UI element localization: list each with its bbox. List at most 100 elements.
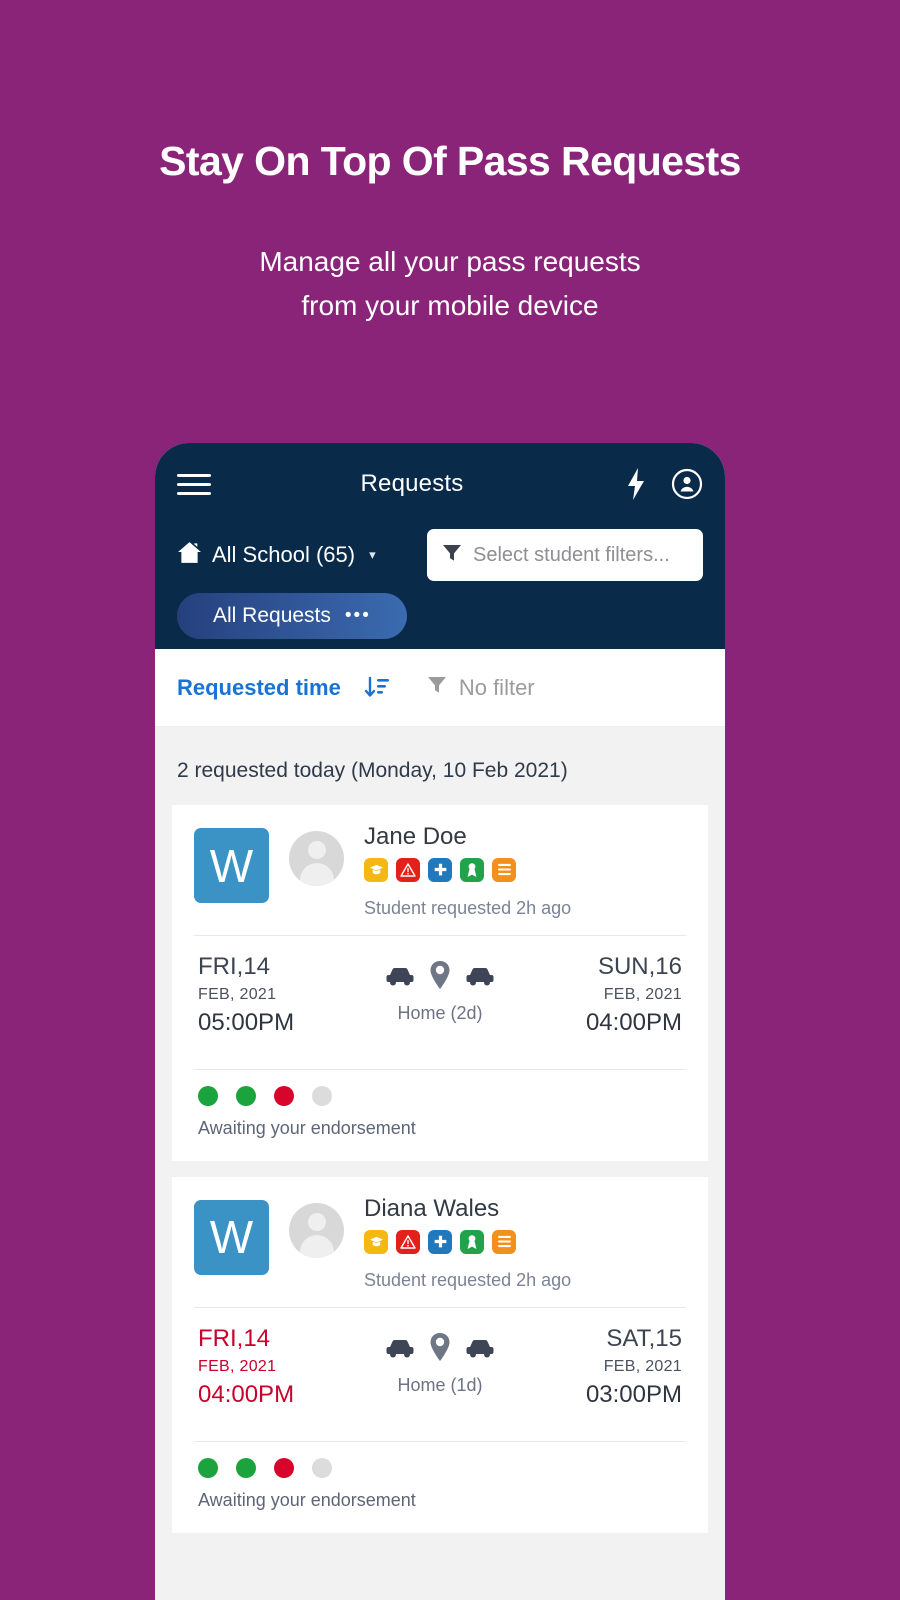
- approval-dot-4: [312, 1085, 332, 1106]
- approval-dot-1: [198, 1085, 218, 1106]
- app-bar-third-row: All Requests •••: [155, 593, 725, 639]
- page-title: Stay On Top Of Pass Requests: [159, 138, 741, 184]
- departure-block: FRI,14 FEB, 2021 05:00PM: [198, 952, 348, 1037]
- avatar: [289, 831, 344, 886]
- medical-plus-badge: [428, 1229, 452, 1254]
- trip-destination: Home (2d): [397, 1002, 483, 1023]
- request-card[interactable]: W Jane Doe Student requested 2h ago FRI,…: [172, 805, 708, 1161]
- status-row: Awaiting your endorsement: [194, 1070, 686, 1141]
- no-filter-button[interactable]: No filter: [427, 675, 535, 701]
- approval-dots: [194, 1448, 686, 1478]
- trip-middle: Home (1d): [348, 1326, 532, 1396]
- approval-dot-4: [312, 1457, 332, 1478]
- request-meta: Student requested 2h ago: [364, 1269, 572, 1290]
- return-month: FEB, 2021: [603, 1357, 682, 1375]
- departure-time: 05:00PM: [198, 1008, 295, 1036]
- status-text: Awaiting your endorsement: [198, 1489, 416, 1510]
- student-info: Diana Wales Student requested 2h ago: [364, 1195, 686, 1291]
- award-medal-badge: [460, 857, 484, 882]
- app-bar: Requests All School (65) ▾ Select studen…: [155, 443, 725, 649]
- request-cards-container: W Jane Doe Student requested 2h ago FRI,…: [155, 805, 725, 1533]
- promo-subtitle-line2: from your mobile device: [301, 289, 599, 321]
- return-month: FEB, 2021: [603, 985, 682, 1003]
- graduation-cap-badge: [364, 1229, 388, 1254]
- school-logo: W: [194, 1199, 269, 1275]
- funnel-icon: [442, 543, 462, 568]
- phone-mockup: Requests All School (65) ▾ Select studen…: [155, 443, 725, 1600]
- day-group-header: 2 requested today (Monday, 10 Feb 2021): [177, 759, 568, 782]
- departure-block: FRI,14 FEB, 2021 04:00PM: [198, 1324, 348, 1409]
- school-selector-label: All School (65): [212, 542, 356, 567]
- promo-header: Stay On Top Of Pass Requests Manage all …: [0, 0, 900, 327]
- notes-list-badge: [492, 857, 516, 882]
- student-filter-input[interactable]: Select student filters...: [427, 529, 703, 581]
- school-selector[interactable]: All School (65) ▾: [177, 541, 376, 570]
- departure-day: FRI,14: [198, 952, 271, 980]
- all-requests-chip-label: All Requests: [213, 604, 331, 627]
- return-time: 03:00PM: [585, 1380, 682, 1408]
- student-name: Diana Wales: [364, 1194, 500, 1222]
- trip-middle: Home (2d): [348, 954, 532, 1024]
- lightning-bolt-icon[interactable]: [623, 468, 649, 500]
- trip-destination: Home (1d): [397, 1374, 483, 1395]
- return-day: SAT,15: [606, 1324, 682, 1352]
- request-card-header: W Jane Doe Student requested 2h ago: [194, 823, 686, 919]
- warning-triangle-badge: [396, 857, 420, 882]
- funnel-icon: [427, 675, 447, 700]
- approval-dot-2: [236, 1085, 256, 1106]
- student-name: Jane Doe: [364, 823, 467, 850]
- warning-triangle-badge: [396, 1229, 420, 1254]
- location-pin-icon: [429, 1332, 451, 1367]
- sort-field-label[interactable]: Requested time: [177, 675, 341, 701]
- status-text: Awaiting your endorsement: [198, 1117, 416, 1138]
- sort-descending-icon[interactable]: [363, 674, 391, 702]
- student-info: Jane Doe Student requested 2h ago: [364, 823, 686, 919]
- departure-month: FEB, 2021: [198, 985, 277, 1003]
- trip-row: FRI,14 FEB, 2021 04:00PM Home (1d) SAT,1…: [194, 1308, 686, 1425]
- graduation-cap-badge: [364, 857, 388, 882]
- car-icon: [465, 1336, 495, 1363]
- account-circle-icon[interactable]: [671, 468, 703, 500]
- trip-icons: [348, 960, 532, 995]
- promo-subtitle-line1: Manage all your pass requests: [259, 246, 641, 278]
- approval-dot-1: [198, 1457, 218, 1478]
- promo-subtitle: Manage all your pass requests from your …: [0, 240, 900, 327]
- all-requests-chip[interactable]: All Requests •••: [177, 593, 407, 639]
- approval-dots: [194, 1076, 686, 1106]
- departure-day: FRI,14: [198, 1324, 271, 1352]
- request-card[interactable]: W Diana Wales Student requested 2h ago F…: [172, 1176, 708, 1533]
- school-logo: W: [194, 828, 269, 903]
- chevron-down-icon: ▾: [369, 547, 376, 562]
- no-filter-label: No filter: [458, 674, 535, 700]
- app-bar-top-row: Requests: [155, 443, 725, 525]
- departure-month: FEB, 2021: [198, 1357, 277, 1375]
- trip-icons: [348, 1332, 532, 1367]
- request-meta: Student requested 2h ago: [364, 897, 572, 918]
- student-filter-placeholder: Select student filters...: [473, 543, 670, 566]
- overflow-dots-icon[interactable]: •••: [345, 605, 371, 627]
- car-icon: [385, 964, 415, 991]
- departure-time: 04:00PM: [198, 1380, 295, 1408]
- approval-dot-2: [236, 1457, 256, 1478]
- app-bar-title: Requests: [360, 470, 464, 497]
- notes-list-badge: [492, 1229, 516, 1254]
- student-badges: [364, 1229, 686, 1254]
- location-pin-icon: [429, 960, 451, 995]
- return-day: SUN,16: [597, 952, 682, 980]
- requests-list[interactable]: 2 requested today (Monday, 10 Feb 2021) …: [155, 727, 725, 1600]
- avatar: [289, 1202, 344, 1258]
- student-badges: [364, 857, 686, 882]
- car-icon: [465, 964, 495, 991]
- car-icon: [385, 1336, 415, 1363]
- request-card-header: W Diana Wales Student requested 2h ago: [194, 1195, 686, 1291]
- return-block: SUN,16 FEB, 2021 04:00PM: [532, 952, 682, 1037]
- app-bar-actions: [623, 468, 703, 500]
- app-bar-second-row: All School (65) ▾ Select student filters…: [155, 527, 725, 583]
- return-block: SAT,15 FEB, 2021 03:00PM: [532, 1324, 682, 1409]
- sort-filter-bar: Requested time No filter: [155, 649, 725, 727]
- approval-dot-3: [274, 1085, 294, 1106]
- home-icon: [177, 541, 202, 570]
- trip-row: FRI,14 FEB, 2021 05:00PM Home (2d) SUN,1…: [194, 936, 686, 1053]
- award-medal-badge: [460, 1229, 484, 1254]
- status-row: Awaiting your endorsement: [194, 1442, 686, 1513]
